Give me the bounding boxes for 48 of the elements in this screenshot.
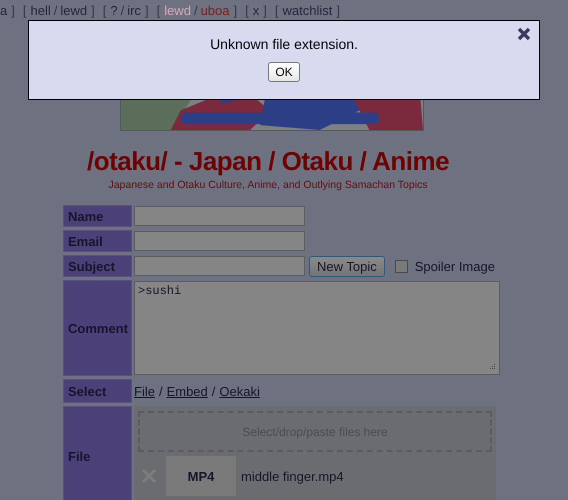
board-link[interactable]: hell — [30, 3, 51, 18]
bracket: ] — [336, 3, 340, 18]
bracket: ] — [11, 3, 15, 18]
divider-slash: / — [54, 3, 58, 18]
text-input[interactable] — [134, 206, 305, 226]
checkbox-label: Spoiler Image — [414, 258, 495, 274]
text-input[interactable] — [134, 231, 305, 251]
subject-input[interactable] — [134, 256, 305, 276]
divider-slash: / — [158, 384, 163, 398]
select-link[interactable]: Oekaki — [219, 384, 260, 398]
divider-slash: / — [194, 3, 198, 18]
board-link[interactable]: a — [0, 3, 8, 18]
bracket: [ — [22, 3, 26, 18]
field-label: Comment — [63, 280, 132, 376]
board-link[interactable]: irc — [127, 3, 141, 18]
file-name: middle finger.mp4 — [241, 468, 344, 484]
comment-field[interactable]: >sushi — [134, 281, 500, 375]
dialog-message: Unknown file extension. — [210, 36, 358, 52]
divider-slash: / — [212, 384, 216, 398]
bracket: ] — [233, 3, 238, 18]
board-link[interactable]: watchlist — [282, 3, 332, 18]
checkbox[interactable] — [394, 260, 408, 272]
field-label: Select — [63, 379, 132, 403]
bracket: ] — [144, 3, 149, 18]
bracket: [ — [102, 3, 106, 18]
bracket: [ — [245, 3, 249, 18]
divider-slash: / — [120, 3, 124, 18]
board-link[interactable]: ? — [110, 3, 118, 18]
file-type-thumbnail: MP4 — [166, 456, 236, 496]
bracket: ] — [91, 3, 95, 18]
field-label: Name — [63, 205, 132, 227]
board-link[interactable]: lewd — [60, 3, 88, 18]
bracket: [ — [156, 3, 160, 18]
board-link[interactable]: uboa — [200, 3, 230, 18]
bracket: ] — [263, 3, 267, 18]
field-label: Email — [63, 230, 132, 252]
close-icon[interactable] — [517, 27, 531, 41]
select-link[interactable]: Embed — [166, 384, 208, 398]
board-link[interactable]: x — [252, 3, 260, 18]
field-label: File — [63, 406, 132, 500]
board-link[interactable]: lewd — [164, 3, 191, 18]
ok-button[interactable]: OK — [268, 62, 300, 82]
new-topic-button[interactable]: New Topic — [309, 256, 385, 276]
select-link[interactable]: File — [134, 384, 155, 398]
bracket: [ — [274, 3, 278, 18]
board-subtitle: Japanese and Otaku Culture, Anime, and Outlying Samachan Topics — [107, 179, 429, 191]
board-title: /otaku/ - Japan / Otaku / Anime — [86, 146, 450, 177]
field-label: Subject — [63, 255, 132, 277]
